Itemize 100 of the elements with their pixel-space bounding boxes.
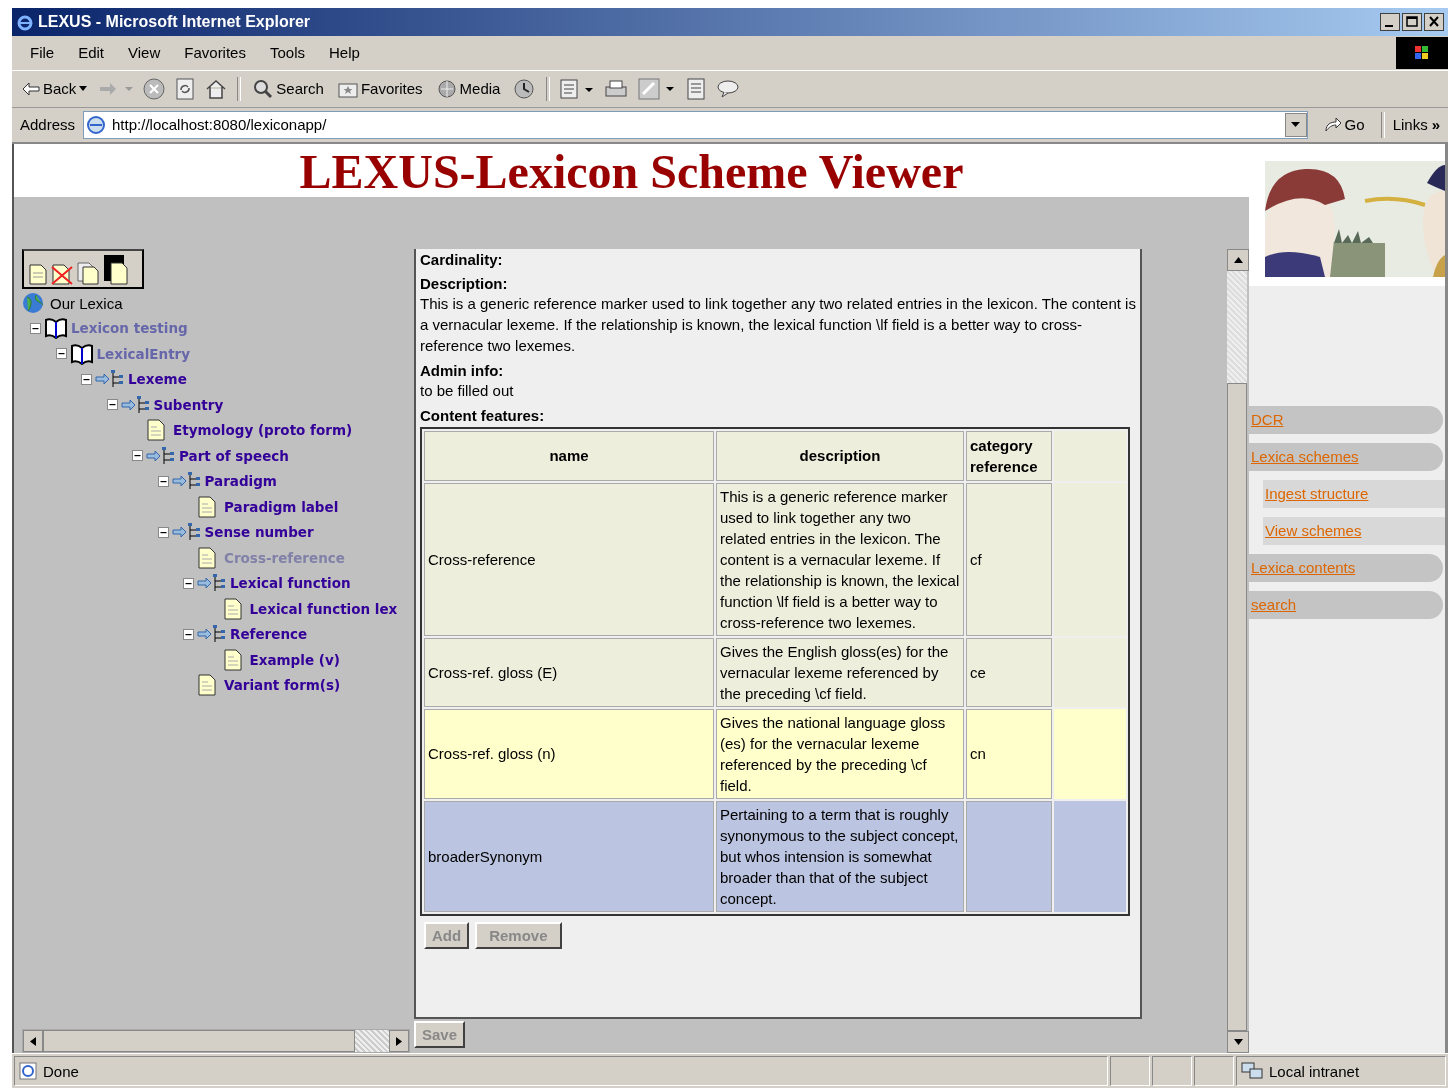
address-field[interactable]: http://localhost:8080/lexiconapp/ bbox=[83, 110, 1308, 139]
scroll-right-icon[interactable] bbox=[396, 1036, 402, 1046]
print-icon[interactable] bbox=[604, 78, 629, 99]
menu-item[interactable]: Favorites bbox=[172, 44, 258, 62]
collapse-toggle-icon[interactable] bbox=[81, 373, 92, 385]
scroll-thumb[interactable] bbox=[43, 1030, 355, 1053]
document-icon bbox=[222, 648, 243, 671]
page-icon bbox=[19, 1062, 37, 1081]
hierarchy-icon bbox=[171, 471, 202, 492]
tree-node[interactable]: Part of speech bbox=[179, 447, 289, 464]
collapse-toggle-icon[interactable] bbox=[183, 628, 194, 640]
scroll-up-icon[interactable] bbox=[1233, 256, 1243, 263]
minimize-icon[interactable] bbox=[1380, 12, 1400, 31]
column-header: name bbox=[424, 430, 714, 481]
tree-node[interactable]: Example (v) bbox=[249, 651, 340, 668]
scroll-down-icon[interactable] bbox=[1233, 1039, 1243, 1046]
zone-text: Local intranet bbox=[1269, 1062, 1360, 1080]
back-arrow-icon bbox=[22, 81, 40, 96]
mail-icon[interactable] bbox=[560, 77, 595, 100]
collapse-toggle-icon[interactable] bbox=[157, 526, 169, 538]
content-features-label: Content features: bbox=[420, 406, 546, 425]
table-cell: Cross-ref. gloss (n) bbox=[424, 708, 714, 799]
close-icon[interactable] bbox=[1424, 12, 1444, 31]
scroll-left-icon[interactable] bbox=[30, 1036, 36, 1046]
caret-icon bbox=[79, 86, 88, 92]
status-panel bbox=[1152, 1056, 1192, 1086]
edit-icon[interactable] bbox=[638, 77, 677, 100]
more-links[interactable]: » bbox=[1431, 116, 1444, 134]
feature-row[interactable]: Cross-ref. gloss (n) Gives the national language gloss (es) for the vernacular lexeme referenced by the preceding \cf field. cn bbox=[424, 708, 1126, 799]
table-cell: This is a generic reference marker used to link together any two related entries in the lexicon. The content is a vernacular lexeme. If the relationship is known, the lexical function \lf field is a better way to cross-reference two lexemes. bbox=[716, 482, 964, 636]
hierarchy-icon bbox=[171, 522, 202, 543]
page-icon bbox=[86, 114, 107, 135]
discuss-icon[interactable] bbox=[716, 78, 741, 99]
menu-item[interactable]: File bbox=[18, 44, 67, 62]
page-heading: LEXUS-Lexicon Scheme Viewer bbox=[299, 144, 964, 198]
collapse-toggle-icon[interactable] bbox=[132, 450, 143, 462]
maximize-icon[interactable] bbox=[1402, 12, 1422, 31]
hierarchy-icon bbox=[197, 624, 227, 645]
media-button[interactable]: Media bbox=[434, 78, 503, 99]
tree-node[interactable]: Lexical function lex bbox=[249, 600, 398, 617]
favorites-button[interactable]: Favorites bbox=[335, 79, 425, 98]
tree-node[interactable]: Subentry bbox=[153, 396, 224, 413]
hierarchy-icon bbox=[120, 394, 151, 415]
history-icon[interactable] bbox=[512, 77, 537, 100]
collapse-toggle-icon[interactable] bbox=[30, 322, 41, 334]
table-cell: Pertaining to a term that is roughly synonymous to the subject concept, but whos intension is somewhat broader than that of the subject concept. bbox=[716, 800, 964, 912]
table-cell: broaderSynonym bbox=[424, 800, 714, 912]
menu-item[interactable]: Help bbox=[317, 44, 372, 62]
description-text: This is a generic reference marker used to link together any two related entries in the lexicon. The content is a vernacular lexeme. If the relationship is known, the lexical function \lf field is a better way to cross-reference two lexemes. bbox=[420, 293, 1137, 356]
feature-row[interactable]: broaderSynonym Pertaining to a term that is roughly synonymous to the subject concept, but whos intension is somewhat broader than that of the subject concept. bbox=[424, 800, 1126, 912]
document-icon[interactable] bbox=[686, 77, 707, 100]
refresh-icon[interactable] bbox=[175, 77, 196, 100]
search-button[interactable]: Search bbox=[251, 78, 326, 99]
tree-node[interactable]: Lexical function bbox=[230, 575, 351, 592]
go-button[interactable]: Go bbox=[1311, 116, 1377, 134]
tree-node[interactable]: Sense number bbox=[204, 524, 314, 541]
status-panel bbox=[1194, 1056, 1234, 1086]
cardinality-label: Cardinality: bbox=[420, 250, 504, 269]
back-button[interactable]: Back bbox=[20, 80, 90, 98]
table-cell: Cross-ref. gloss (E) bbox=[424, 637, 714, 707]
menu-item[interactable]: Edit bbox=[66, 44, 117, 62]
menu-item[interactable]: Tools bbox=[257, 44, 317, 62]
feature-row[interactable] bbox=[424, 482, 1126, 636]
copy-document-icon[interactable] bbox=[76, 260, 100, 285]
tree-node[interactable]: Variant form(s) bbox=[224, 677, 341, 694]
table-cell: Gives the national language gloss (es) for the vernacular lexeme referenced by the preceding \cf field. bbox=[716, 708, 964, 799]
tree-node[interactable]: Lexeme bbox=[128, 371, 187, 388]
scroll-thumb[interactable] bbox=[1227, 382, 1247, 1032]
window-title: LEXUS - Microsoft Internet Explorer bbox=[38, 12, 311, 31]
book-icon bbox=[69, 342, 94, 365]
paste-document-icon[interactable] bbox=[103, 254, 129, 285]
collapse-toggle-icon[interactable] bbox=[157, 475, 169, 487]
intranet-icon bbox=[1241, 1061, 1263, 1082]
document-icon bbox=[197, 674, 217, 697]
links-label[interactable]: Links bbox=[1388, 116, 1428, 134]
admin-info-text: to be filled out bbox=[420, 380, 515, 401]
document-icon bbox=[197, 546, 217, 569]
vertical-scrollbar[interactable] bbox=[1227, 248, 1247, 1054]
tree-root-label[interactable]: Our Lexica bbox=[50, 294, 123, 312]
tree-node[interactable]: Reference bbox=[230, 626, 308, 643]
table-cell: cf bbox=[966, 482, 1052, 636]
feature-row[interactable]: Cross-ref. gloss (E) Gives the English gloss(es) for the vernacular lexeme referenced by the preceding \cf field. ce bbox=[424, 637, 1126, 707]
collapse-toggle-icon[interactable] bbox=[106, 399, 118, 411]
hierarchy-icon bbox=[146, 445, 176, 466]
status-panel bbox=[1110, 1056, 1150, 1086]
document-icon bbox=[197, 495, 217, 518]
collapse-toggle-icon[interactable] bbox=[55, 348, 67, 360]
book-icon bbox=[44, 317, 68, 340]
horizontal-scrollbar[interactable] bbox=[22, 1029, 410, 1054]
dropdown-caret-icon[interactable] bbox=[1291, 122, 1301, 128]
menu-item[interactable]: View bbox=[116, 44, 173, 62]
document-icon bbox=[146, 419, 166, 442]
tree-node[interactable]: Paradigm label bbox=[224, 498, 339, 515]
globe-icon bbox=[436, 78, 457, 99]
stop-icon[interactable] bbox=[143, 77, 166, 100]
tree-node[interactable]: Paradigm bbox=[204, 473, 277, 490]
home-icon[interactable] bbox=[205, 78, 228, 99]
tree-node[interactable]: Etymology (proto form) bbox=[173, 422, 353, 439]
collapse-toggle-icon[interactable] bbox=[183, 577, 194, 589]
table-cell: ce bbox=[966, 637, 1052, 707]
